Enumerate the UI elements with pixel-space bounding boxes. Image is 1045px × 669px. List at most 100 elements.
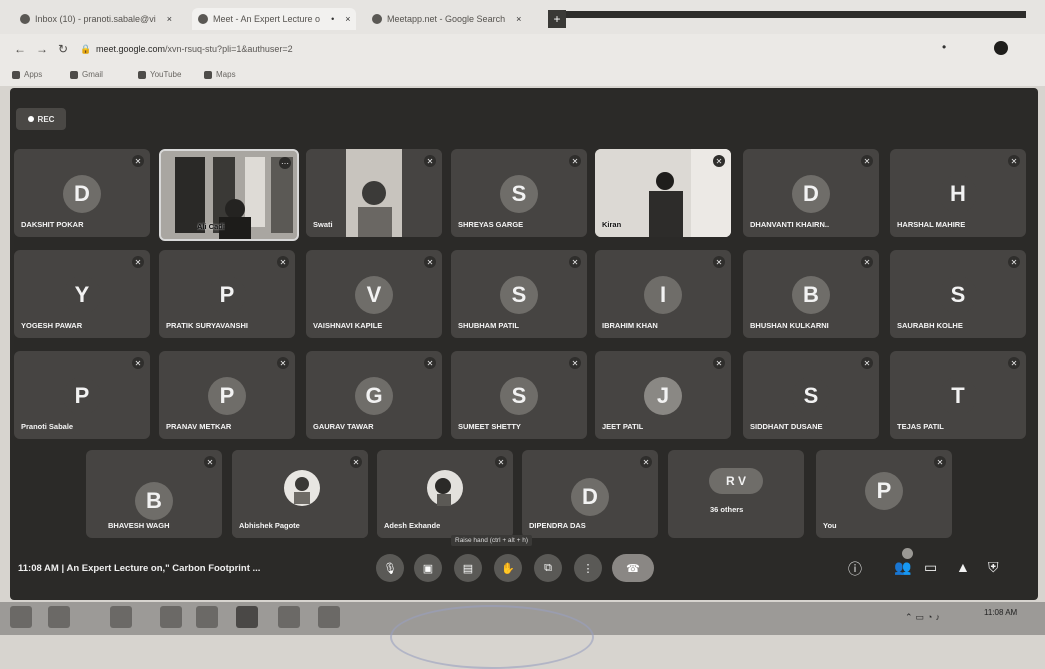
mic-off-icon: ✕ [934, 456, 946, 468]
self-tile[interactable]: ✕ P You [816, 450, 952, 538]
mic-icon: 🎙 [383, 562, 397, 575]
participant-tile[interactable]: ✕ T TEJAS PATIL [890, 351, 1026, 439]
mic-off-icon: ✕ [424, 357, 436, 369]
tab-google-search[interactable]: Meetapp.net - Google Search × [366, 8, 527, 30]
participant-tile[interactable]: ✕ Abhishek Pagote [232, 450, 368, 538]
more-options-icon[interactable]: ⋯ [279, 157, 291, 169]
close-icon[interactable]: × [167, 14, 172, 24]
activities-icon[interactable]: ▲ [956, 559, 970, 575]
participant-tile[interactable]: ✕ H HARSHAL MAHIRE [890, 149, 1026, 237]
system-tray[interactable]: ⌃▭◔♪ [905, 612, 943, 623]
bookmark-label: YouTube [150, 70, 182, 79]
new-tab-button[interactable]: + [548, 10, 566, 28]
participant-tile[interactable]: ⋯ Ali Cadi [159, 149, 299, 241]
file-explorer-icon[interactable] [110, 606, 132, 628]
participant-tile[interactable]: ✕ B BHUSHAN KULKARNI [743, 250, 879, 338]
chat-icon[interactable]: ▭ [924, 559, 937, 576]
search-icon[interactable] [48, 606, 70, 628]
participant-name: HARSHAL MAHIRE [897, 220, 966, 229]
app-icon[interactable] [278, 606, 300, 628]
participant-tile[interactable]: ✕ P PRATIK SURYAVANSHI [159, 250, 295, 338]
participant-name: BHAVESH WAGH [108, 521, 170, 530]
participant-name: Adesh Exhande [384, 521, 441, 530]
participant-name: DAKSHIT POKAR [21, 220, 84, 229]
browser-tab-bar: Inbox (10) - pranoti.sabale@vi × Meet - … [0, 0, 1045, 34]
participant-name: BHUSHAN KULKARNI [750, 321, 829, 330]
captions-button[interactable]: ▤ [454, 554, 482, 582]
tab-meet[interactable]: Meet - An Expert Lecture o • × [192, 8, 357, 30]
participant-tile[interactable]: ✕ D DIPENDRA DAS [522, 450, 658, 538]
mic-button[interactable]: 🎙 [376, 554, 404, 582]
bookmark-maps[interactable]: Maps [204, 70, 236, 79]
app-icon[interactable] [196, 606, 218, 628]
participant-name: TEJAS PATIL [897, 422, 944, 431]
others-tile[interactable]: R V 36 others [668, 450, 804, 538]
meeting-details: 11:08 AM | An Expert Lecture on," Carbon… [18, 563, 260, 574]
raise-hand-tooltip: Raise hand (ctrl + alt + h) [451, 535, 532, 546]
participant-tile[interactable]: ✕ G GAURAV TAWAR [306, 351, 442, 439]
back-icon[interactable]: ← [14, 42, 26, 56]
forward-icon[interactable]: → [36, 42, 48, 56]
profile-avatar[interactable] [994, 41, 1008, 55]
hand-icon: ✋ [501, 562, 515, 575]
start-icon[interactable] [10, 606, 32, 628]
avatar: B [792, 276, 830, 314]
taskbar-clock[interactable]: 11:08 AM [984, 608, 1017, 617]
more-menu-icon[interactable]: • [942, 40, 946, 54]
participant-tile[interactable]: ✕ S SIDDHANT DUSANE [743, 351, 879, 439]
meet-stage: REC ✕ D DAKSHIT POKAR ⋯ Ali Cadi ✕ Swati… [10, 88, 1038, 600]
present-button[interactable]: ⧉ [534, 554, 562, 582]
participant-tile[interactable]: ✕ P PRANAV METKAR [159, 351, 295, 439]
mic-off-icon: ✕ [1008, 155, 1020, 167]
participant-tile[interactable]: ✕ S SAURABH KOLHE [890, 250, 1026, 338]
reload-icon[interactable]: ↻ [58, 42, 68, 56]
participant-name: You [823, 521, 837, 530]
info-icon[interactable]: ⓘ [848, 559, 862, 579]
participant-tile[interactable]: ✕ D DAKSHIT POKAR [14, 149, 150, 237]
people-icon[interactable]: 👥 [894, 559, 911, 576]
app-icon[interactable] [160, 606, 182, 628]
present-icon: ⧉ [544, 561, 552, 574]
participant-tile[interactable]: ✕ D DHANVANTI KHAIRN.. [743, 149, 879, 237]
mic-off-icon: ✕ [1008, 256, 1020, 268]
mic-off-icon: ✕ [640, 456, 652, 468]
close-icon[interactable]: • [331, 14, 334, 24]
chrome-icon[interactable] [236, 606, 258, 628]
participant-tile[interactable]: ✕ Adesh Exhande [377, 450, 513, 538]
participant-tile[interactable]: ✕ Kiran [595, 149, 731, 237]
participant-tile[interactable]: ✕ S SUMEET SHETTY [451, 351, 587, 439]
participant-tile[interactable]: ✕ Swati [306, 149, 442, 237]
participant-tile[interactable]: ✕ I IBRAHIM KHAN [595, 250, 731, 338]
participant-tile[interactable]: ✕ S SHUBHAM PATIL [451, 250, 587, 338]
tab-label: Inbox (10) - pranoti.sabale@vi [35, 14, 156, 24]
close-icon[interactable]: × [516, 14, 521, 24]
raise-hand-button[interactable]: ✋ [494, 554, 522, 582]
url-field[interactable]: meet.google.com/xvn-rsuq-stu?pli=1&authu… [96, 44, 293, 54]
host-controls-icon[interactable]: ⛨ [988, 559, 999, 576]
mic-off-icon: ✕ [277, 256, 289, 268]
meeting-time: 11:08 AM [18, 563, 59, 574]
bookmark-gmail[interactable]: Gmail [70, 70, 103, 79]
participant-tile[interactable]: ✕ S SHREYAS GARGE [451, 149, 587, 237]
tab-gmail[interactable]: Inbox (10) - pranoti.sabale@vi × [14, 8, 178, 30]
participant-tile[interactable]: ✕ Y YOGESH PAWAR [14, 250, 150, 338]
participant-tile[interactable]: ✕ V VAISHNAVI KAPILE [306, 250, 442, 338]
participant-tile[interactable]: ✕ B BHAVESH WAGH [86, 450, 222, 538]
leave-call-button[interactable]: ☎ [612, 554, 654, 582]
mic-off-icon: ✕ [569, 357, 581, 369]
bookmarks-bar: Apps Gmail YouTube Maps [0, 64, 1045, 86]
camera-button[interactable]: ▣ [414, 554, 442, 582]
more-options-button[interactable]: ⋮ [574, 554, 602, 582]
participant-count-badge [902, 548, 913, 559]
participant-tile[interactable]: ✕ J JEET PATIL [595, 351, 731, 439]
mic-off-icon: ✕ [495, 456, 507, 468]
lock-icon: 🔒 [80, 44, 92, 54]
avatar: P [208, 276, 246, 314]
participant-tile[interactable]: ✕ P Pranoti Sabale [14, 351, 150, 439]
bookmark-apps[interactable]: Apps [12, 70, 42, 79]
app-icon[interactable] [318, 606, 340, 628]
close-icon[interactable]: × [345, 14, 350, 24]
bookmark-youtube[interactable]: YouTube [138, 70, 181, 79]
avatar: G [355, 377, 393, 415]
apps-icon [12, 70, 20, 79]
